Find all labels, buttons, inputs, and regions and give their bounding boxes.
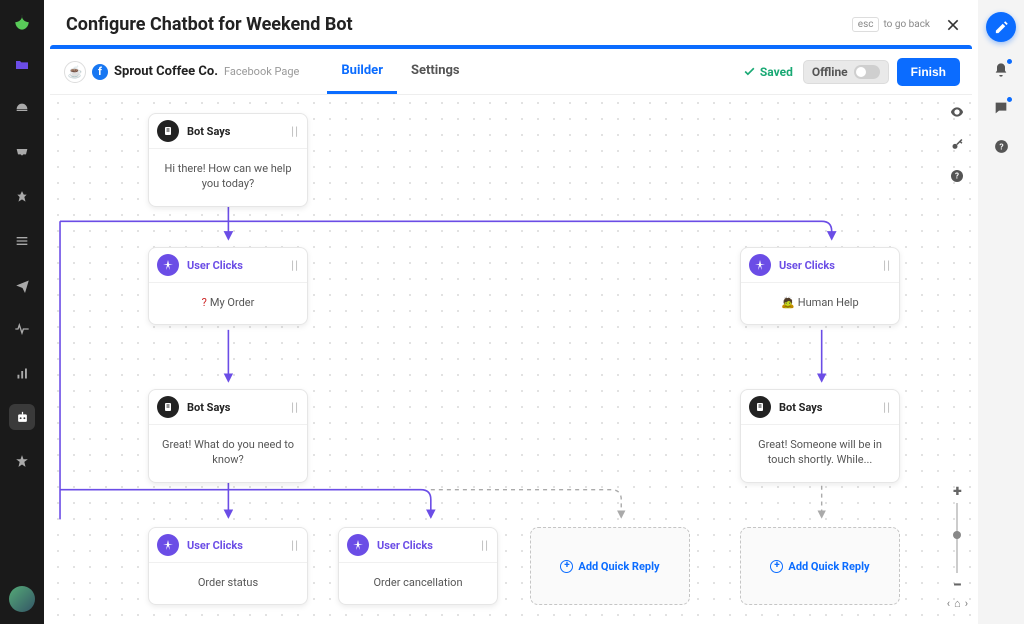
page-name: Sprout Coffee Co.	[114, 64, 218, 79]
inbox-icon[interactable]	[9, 140, 35, 166]
zoom-in-button[interactable]: +	[949, 483, 965, 499]
offline-toggle[interactable]: Offline	[803, 60, 889, 84]
zoom-slider[interactable]	[956, 503, 958, 573]
nav-right-icon[interactable]: ›	[965, 597, 968, 610]
go-back-hint: to go back	[883, 19, 930, 30]
drag-handle-icon[interactable]: ||	[291, 538, 299, 552]
bell-icon[interactable]	[991, 60, 1011, 80]
node-user-human-help[interactable]: User Clicks || 🙇 Human Help	[740, 247, 900, 325]
svg-text:?: ?	[955, 172, 959, 181]
home-icon[interactable]: ⌂	[954, 597, 961, 610]
help-icon[interactable]: ?	[948, 167, 966, 185]
finish-button[interactable]: Finish	[897, 58, 960, 86]
esc-key-hint: esc	[852, 17, 880, 32]
node-header-label: User Clicks	[779, 259, 835, 272]
node-user-order-cancel[interactable]: User Clicks || Order cancellation	[338, 527, 498, 605]
list-icon[interactable]	[9, 228, 35, 254]
offline-label: Offline	[812, 65, 848, 79]
builder-toolbar: ☕ f Sprout Coffee Co. Facebook Page Buil…	[50, 49, 972, 95]
node-header-label: User Clicks	[377, 539, 433, 552]
tab-builder[interactable]: Builder	[327, 49, 397, 94]
canvas-tools: ?	[948, 103, 966, 185]
pulse-icon[interactable]	[9, 316, 35, 342]
svg-text:?: ?	[999, 142, 1003, 152]
bot-icon[interactable]	[9, 404, 35, 430]
modal-title: Configure Chatbot for Weekend Bot	[66, 14, 353, 35]
pin-icon[interactable]	[9, 184, 35, 210]
node-header-label: User Clicks	[187, 259, 243, 272]
user-clicks-icon	[157, 254, 179, 276]
saved-label: Saved	[760, 65, 793, 79]
add-quick-reply-label: Add Quick Reply	[788, 560, 869, 573]
node-body: Order status	[149, 563, 307, 604]
node-user-order-status[interactable]: User Clicks || Order status	[148, 527, 308, 605]
node-header-label: User Clicks	[187, 539, 243, 552]
node-body: Hi there! How can we help you today?	[149, 149, 307, 206]
chat-icon[interactable]	[991, 98, 1011, 118]
toggle-switch-icon[interactable]	[854, 65, 880, 79]
drag-handle-icon[interactable]: ||	[291, 124, 299, 138]
node-body: ?My Order	[149, 283, 307, 324]
page-subtype: Facebook Page	[224, 65, 299, 78]
bot-says-icon	[749, 396, 771, 418]
nav-left-icon[interactable]: ‹	[947, 597, 950, 610]
tab-settings[interactable]: Settings	[397, 49, 474, 94]
node-bot-intro[interactable]: Bot Says || Hi there! How can we help yo…	[148, 113, 308, 207]
node-header-label: Bot Says	[187, 401, 230, 414]
node-body: 🙇 Human Help	[741, 283, 899, 324]
modal-header: Configure Chatbot for Weekend Bot esc to…	[44, 0, 978, 45]
flow-canvas[interactable]: Bot Says || Hi there! How can we help yo…	[50, 95, 972, 618]
page-logo-icon: ☕	[64, 61, 86, 83]
bot-says-icon	[157, 396, 179, 418]
drag-handle-icon[interactable]: ||	[291, 258, 299, 272]
drag-handle-icon[interactable]: ||	[291, 400, 299, 414]
compose-button[interactable]	[986, 12, 1016, 42]
dashboard-icon[interactable]	[9, 96, 35, 122]
eye-icon[interactable]	[948, 103, 966, 121]
plus-icon: +	[770, 560, 783, 573]
add-quick-reply-label: Add Quick Reply	[578, 560, 659, 573]
node-body: Great! Someone will be in touch shortly.…	[741, 425, 899, 482]
add-quick-reply-button[interactable]: + Add Quick Reply	[560, 560, 659, 573]
close-icon[interactable]	[944, 16, 962, 34]
drag-handle-icon[interactable]: ||	[481, 538, 489, 552]
node-bot-order-followup[interactable]: Bot Says || Great! What do you need to k…	[148, 389, 308, 483]
node-header-label: Bot Says	[187, 125, 230, 138]
drag-handle-icon[interactable]: ||	[883, 258, 891, 272]
user-avatar[interactable]	[9, 586, 35, 612]
star-icon[interactable]	[9, 448, 35, 474]
key-icon[interactable]	[948, 135, 966, 153]
node-bot-human-followup[interactable]: Bot Says || Great! Someone will be in to…	[740, 389, 900, 483]
node-user-my-order[interactable]: User Clicks || ?My Order	[148, 247, 308, 325]
user-clicks-icon	[749, 254, 771, 276]
node-body: Order cancellation	[339, 563, 497, 604]
send-icon[interactable]	[9, 272, 35, 298]
node-add-quick-reply-left[interactable]: + Add Quick Reply	[530, 527, 690, 605]
facebook-icon: f	[92, 64, 108, 80]
node-add-quick-reply-right[interactable]: + Add Quick Reply	[740, 527, 900, 605]
right-gutter: ?	[978, 0, 1024, 624]
drag-handle-icon[interactable]: ||	[883, 400, 891, 414]
zoom-out-button[interactable]: −	[949, 577, 965, 593]
user-clicks-icon	[347, 534, 369, 556]
sprout-logo-icon	[11, 12, 33, 34]
zoom-control: + − ‹ ⌂ ›	[947, 483, 968, 610]
node-header-label: Bot Says	[779, 401, 822, 414]
node-body: Great! What do you need to know?	[149, 425, 307, 482]
bars-icon[interactable]	[9, 360, 35, 386]
help-gutter-icon[interactable]: ?	[991, 136, 1011, 156]
bot-says-icon	[157, 120, 179, 142]
saved-status: Saved	[743, 65, 793, 79]
user-clicks-icon	[157, 534, 179, 556]
app-side-rail	[0, 0, 44, 624]
folder-icon[interactable]	[9, 52, 35, 78]
add-quick-reply-button[interactable]: + Add Quick Reply	[770, 560, 869, 573]
plus-icon: +	[560, 560, 573, 573]
